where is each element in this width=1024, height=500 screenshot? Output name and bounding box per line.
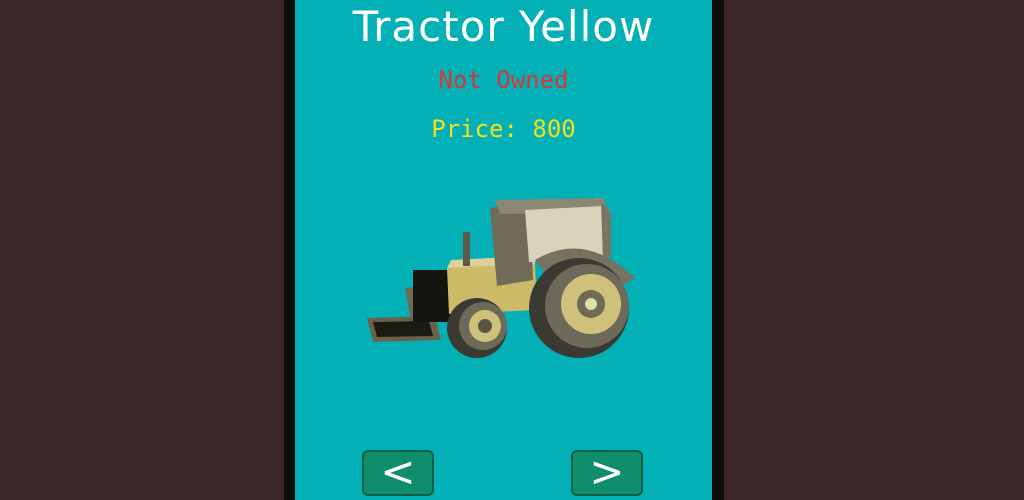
vehicle-shop-panel: Tractor Yellow Not Owned Price: 800 < > bbox=[295, 0, 712, 500]
ownership-status: Not Owned bbox=[438, 66, 569, 94]
vehicle-name-title: Tractor Yellow bbox=[352, 2, 655, 51]
next-vehicle-button[interactable]: > bbox=[571, 450, 643, 496]
tractor-model-image bbox=[367, 198, 635, 358]
price-label: Price: 800 bbox=[431, 115, 576, 143]
previous-vehicle-button[interactable]: < bbox=[362, 450, 434, 496]
